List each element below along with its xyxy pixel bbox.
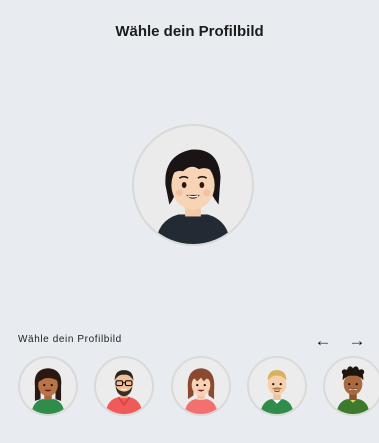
avatar-option-1[interactable]	[18, 356, 78, 416]
arrow-right-icon[interactable]: →	[347, 330, 367, 350]
avatar-option-4[interactable]	[247, 356, 307, 416]
selected-avatar-image	[155, 149, 231, 244]
avatar-option-5[interactable]	[323, 356, 379, 416]
page-title: Wähle dein Profilbild	[115, 23, 264, 40]
avatar-picker-label: Wähle dein Profilbild	[18, 334, 122, 345]
arrow-left-icon[interactable]: ←	[313, 330, 333, 350]
avatar-carousel	[0, 356, 379, 420]
selected-avatar-preview	[132, 124, 254, 246]
avatar-picker-screen: Wähle dein Profilbild Wähle dein Profilb…	[0, 0, 379, 443]
avatar-option-2[interactable]	[94, 356, 154, 416]
avatar-option-3[interactable]	[171, 356, 231, 416]
